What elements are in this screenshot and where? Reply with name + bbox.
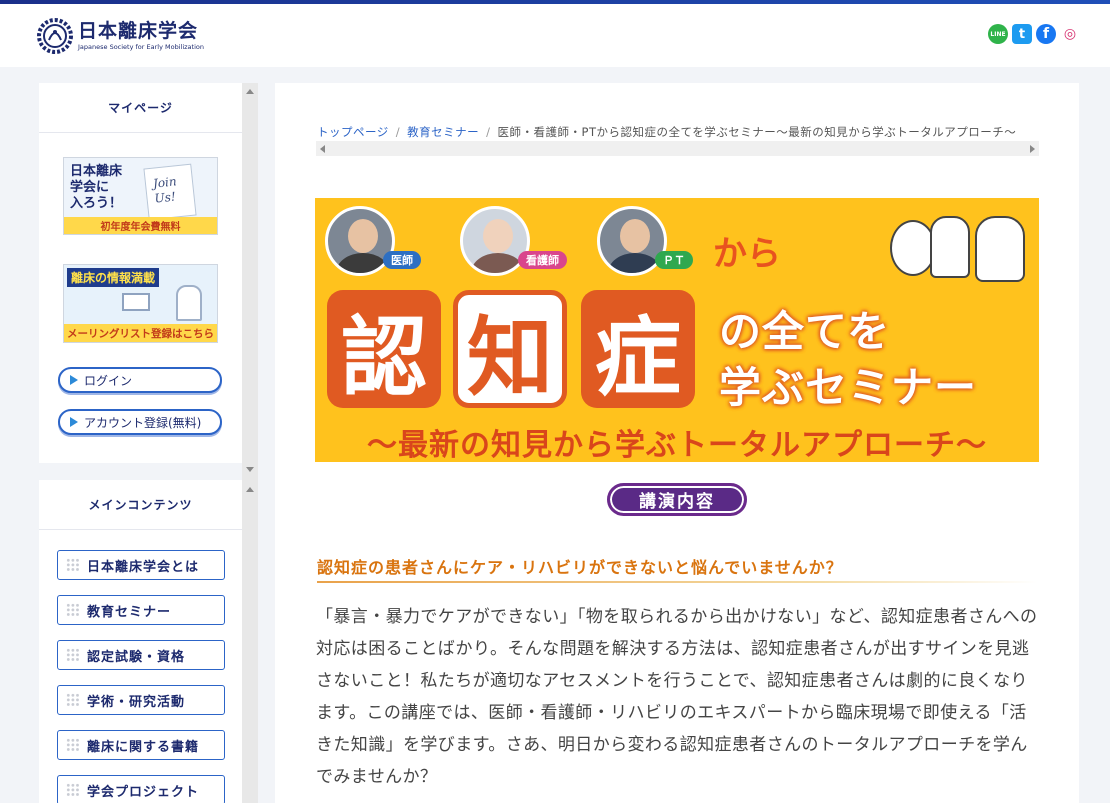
section-heading: 認知症の患者さんにケア・リハビリができないと悩んでいませんか？ [317,558,843,577]
join-banner-line: 日本離床 [70,164,123,179]
mailing-list-banner[interactable]: 離床の情報満載 メーリングリスト登録はこちら [63,264,218,343]
breadcrumb-separator: / [395,125,401,139]
scroll-left-icon[interactable] [320,145,325,153]
nav-about-society[interactable]: 日本離床学会とは [57,550,225,580]
scroll-up-icon[interactable] [246,487,254,492]
main-contents-title: メインコンテンツ [39,480,242,530]
society-emblem-icon [37,18,73,54]
play-arrow-icon [70,417,78,427]
grid-dots-icon [66,603,80,617]
line-icon[interactable]: LINE [988,24,1008,44]
nav-projects[interactable]: 学会プロジェクト [57,775,225,803]
mailbox-icon [176,285,202,321]
nav-education-seminar[interactable]: 教育セミナー [57,595,225,625]
nav-label: 学術・研究活動 [87,694,186,710]
twitter-icon[interactable]: t [1012,24,1032,44]
hero-subtitle: 〜最新の知見から学ぶトータルアプローチ〜 [367,428,987,462]
scroll-down-icon[interactable] [246,467,254,472]
breadcrumb-section[interactable]: 教育セミナー [407,125,479,139]
nav-label: 日本離床学会とは [87,559,200,575]
grid-dots-icon [66,648,80,662]
envelope-icon [122,293,150,311]
login-label: ログイン [84,373,133,388]
grid-dots-icon [66,738,80,752]
social-links: LINE t f ◎ [988,24,1080,44]
grid-dots-icon [66,783,80,797]
character-rabbit-icon [930,216,970,278]
join-banner-line: 入ろう！ [70,196,123,211]
seminar-hero-banner: 医師 看護師 ＰＴ から 認 知 症 の全てを 学ぶセミナー 〜最新の知見から学… [315,198,1039,462]
instagram-icon[interactable]: ◎ [1060,24,1080,44]
site-header: 日本離床学会 Japanese Society for Early Mobili… [0,4,1110,67]
scroll-right-icon[interactable] [1030,145,1035,153]
nav-label: 離床に関する書籍 [87,739,200,755]
nav-label: 学会プロジェクト [87,784,200,800]
mypage-title: マイページ [39,83,242,133]
hero-kanji-chi: 知 [453,290,567,408]
sidebar-scrollbar[interactable] [242,83,258,803]
lecture-content-badge: 講演内容 [607,483,747,516]
hero-line-2: 学ぶセミナー [719,363,978,412]
login-button[interactable]: ログイン [58,367,222,393]
character-bear-icon [975,216,1025,282]
role-badge-nurse: 看護師 [518,251,567,269]
play-arrow-icon [70,375,78,385]
facebook-icon[interactable]: f [1036,24,1056,44]
join-society-banner[interactable]: 日本離床 学会に 入ろう！ Join Us! 初年度年会費無料 [63,157,218,235]
site-logo[interactable]: 日本離床学会 Japanese Society for Early Mobili… [37,18,204,54]
role-badge-pt: ＰＴ [655,251,693,269]
nav-label: 認定試験・資格 [87,649,186,665]
breadcrumb-scrollbar[interactable] [316,141,1039,156]
intro-paragraph: 「暴言・暴力でケアができない」「物を取られるから出かけない」など、認知症患者さん… [316,607,1038,787]
register-label: アカウント登録(無料) [84,415,202,430]
breadcrumb-separator: / [486,125,491,139]
breadcrumb-home[interactable]: トップページ [317,125,389,139]
heading-underline [317,581,1037,583]
breadcrumb: トップページ / 教育セミナー / 医師・看護師・PTから認知症の全てを学ぶセミナー〜最… [317,124,1037,140]
nav-certification[interactable]: 認定試験・資格 [57,640,225,670]
grid-dots-icon [66,558,80,572]
mail-banner-title: 離床の情報満載 [67,268,160,287]
breadcrumb-current: 医師・看護師・PTから認知症の全てを学ぶセミナー〜最新の知見から学ぶトータルアプ… [497,125,1017,139]
logo-title: 日本離床学会 [78,19,199,42]
mail-banner-footer: メーリングリスト登録はこちら [64,324,217,342]
nav-books[interactable]: 離床に関する書籍 [57,730,225,760]
logo-subtitle: Japanese Society for Early Mobilization [78,42,204,51]
nav-label: 教育セミナー [87,604,172,620]
hero-kara: から [713,234,781,274]
register-account-button[interactable]: アカウント登録(無料) [58,409,222,435]
join-banner-footer: 初年度年会費無料 [64,217,217,234]
grid-dots-icon [66,693,80,707]
role-badge-doctor: 医師 [383,251,421,269]
join-banner-line: 学会に [70,180,110,195]
hero-kanji-sho: 症 [581,290,695,408]
join-us-card: Join Us! [143,163,197,221]
nav-research[interactable]: 学術・研究活動 [57,685,225,715]
hero-kanji-nin: 認 [327,290,441,408]
scroll-up-icon[interactable] [246,89,254,94]
hero-line-1: の全てを [719,307,891,356]
